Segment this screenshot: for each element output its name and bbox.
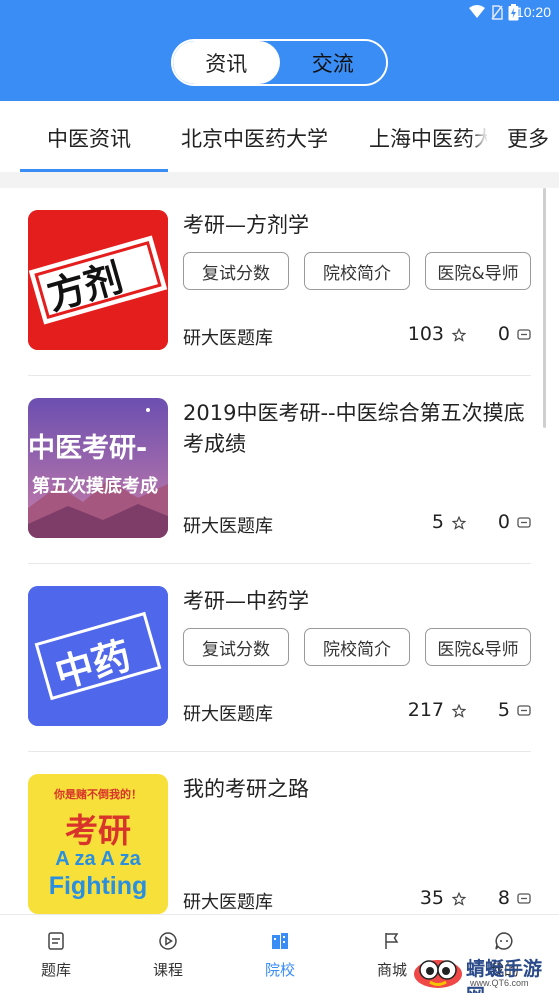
comment-icon[interactable]	[517, 329, 531, 341]
nav-schools[interactable]: 院校	[224, 915, 336, 993]
tag-school-intro[interactable]: 院校简介	[304, 252, 410, 290]
tag-school-intro[interactable]: 院校简介	[304, 628, 410, 666]
segment-control: 资讯 交流	[171, 39, 388, 86]
thumbnail-label: 中医考研-	[28, 433, 148, 464]
article-source: 研大医题库	[183, 516, 273, 537]
section-gap	[0, 172, 559, 188]
wifi-icon	[469, 5, 485, 18]
tag-hospital-mentor[interactable]: 医院&导师	[425, 628, 531, 666]
thumbnail-sublabel: 第五次摸底考成	[32, 476, 158, 497]
like-count: 35	[419, 887, 444, 909]
comment-icon[interactable]	[517, 893, 531, 905]
nav-label: 课程	[152, 961, 183, 979]
star-icon[interactable]	[452, 892, 466, 906]
tab-beijing-tcm-university[interactable]: 北京中医药大学	[181, 123, 328, 153]
comment-icon[interactable]	[517, 517, 531, 529]
document-icon	[48, 932, 64, 950]
like-count: 103	[407, 323, 444, 345]
article-source: 研大医题库	[183, 328, 273, 349]
category-tabs: 中医资讯 北京中医药大学 上海中医药大学 更多	[0, 101, 559, 172]
nav-label: 院校	[264, 961, 295, 979]
thumbnail-line4: Fighting	[48, 872, 148, 900]
tabs-more-label: 更多	[507, 127, 549, 151]
tab-tcm-news[interactable]: 中医资讯	[47, 123, 131, 153]
dragonfly-logo-icon	[414, 960, 462, 988]
tag-retest-score[interactable]: 复试分数	[183, 252, 289, 290]
segment-exchange[interactable]: 交流	[279, 41, 386, 84]
app-header: 10:20 资讯 交流	[0, 0, 559, 101]
tag-retest-score[interactable]: 复试分数	[183, 628, 289, 666]
star-icon[interactable]	[452, 516, 466, 530]
article-thumbnail: 中医考研- 第五次摸底考成	[28, 398, 168, 538]
comment-count: 5	[497, 699, 510, 721]
article-title[interactable]: 考研—中药学	[183, 586, 538, 617]
article-thumbnail: 你是赌不倒我的！ 考研 A za A za Fighting	[28, 774, 168, 914]
tabs-more-button[interactable]: 更多	[487, 101, 559, 172]
list-item[interactable]: 你是赌不倒我的！ 考研 A za A za Fighting 我的考研之路 研大…	[0, 752, 559, 914]
star-icon[interactable]	[452, 328, 466, 342]
list-item[interactable]: 中医考研- 第五次摸底考成 2019中医考研--中医综合第五次摸底考成绩 研大医…	[0, 376, 559, 564]
article-source: 研大医题库	[183, 704, 273, 725]
watermark-url: www.QT6.com	[470, 978, 529, 988]
like-count: 5	[431, 511, 444, 533]
comment-count: 0	[497, 323, 510, 345]
tag-hospital-mentor[interactable]: 医院&导师	[425, 252, 531, 290]
article-list[interactable]: 方剂 考研—方剂学 复试分数 院校简介 医院&导师 研大医题库 103 0 中医…	[0, 188, 559, 914]
flag-icon	[385, 933, 399, 949]
segment-news[interactable]: 资讯	[173, 41, 280, 84]
status-bar: 10:20	[0, 0, 559, 26]
article-thumbnail: 方剂	[28, 210, 168, 350]
comment-count: 0	[497, 511, 510, 533]
nav-courses[interactable]: 课程	[112, 915, 224, 993]
list-item[interactable]: 中药 考研—中药学 复试分数 院校简介 医院&导师 研大医题库 217 5	[0, 564, 559, 752]
comment-count: 8	[497, 887, 510, 909]
like-count: 217	[407, 699, 444, 721]
thumbnail-line3: A za A za	[55, 848, 141, 870]
list-item[interactable]: 方剂 考研—方剂学 复试分数 院校简介 医院&导师 研大医题库 103 0	[0, 188, 559, 376]
star-icon[interactable]	[452, 704, 466, 718]
article-title[interactable]: 2019中医考研--中医综合第五次摸底考成绩	[183, 398, 538, 460]
building-icon	[272, 933, 288, 949]
article-title[interactable]: 考研—方剂学	[183, 210, 538, 241]
no-sim-icon	[491, 5, 503, 20]
thumbnail-topline: 你是赌不倒我的！	[54, 788, 142, 801]
nav-question-bank[interactable]: 题库	[0, 915, 112, 993]
exam-cover-image	[28, 398, 168, 538]
play-circle-icon	[159, 932, 177, 950]
chat-icon	[495, 932, 513, 950]
clock: 10:20	[515, 4, 551, 20]
comment-icon[interactable]	[517, 705, 531, 717]
article-title[interactable]: 我的考研之路	[183, 774, 538, 805]
thumbnail-label: 考研	[65, 811, 131, 850]
article-source: 研大医题库	[183, 892, 273, 913]
watermark: 蜻蜓手游网 www.QT6.com	[410, 950, 559, 993]
article-thumbnail: 中药	[28, 586, 168, 726]
nav-label: 题库	[40, 961, 71, 979]
